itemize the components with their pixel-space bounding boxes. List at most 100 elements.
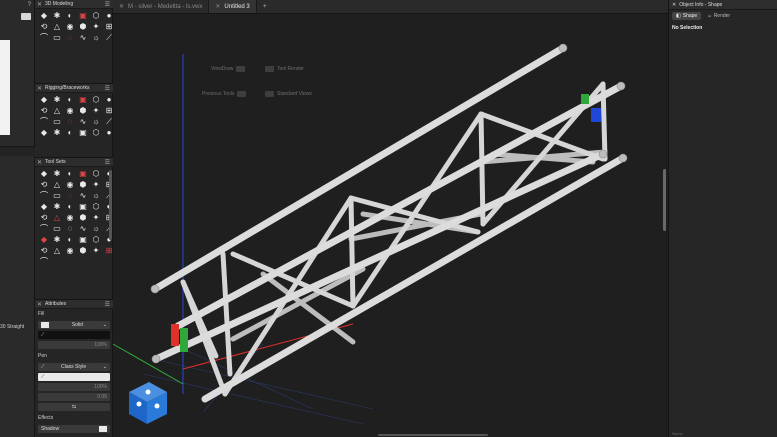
fillet-icon[interactable]: ☼ (91, 34, 101, 42)
tree-icon[interactable]: ✱ (52, 236, 62, 244)
space-icon[interactable]: ⟲ (39, 247, 49, 255)
hemisphere-icon[interactable]: ⌒ (39, 34, 49, 42)
stair-icon[interactable]: ◉ (65, 214, 75, 222)
view-draw-button[interactable]: ViewDraw (211, 66, 246, 72)
shell-icon[interactable]: ◐ (65, 12, 75, 20)
join-icon[interactable]: ▣ (78, 203, 88, 211)
roof-icon[interactable]: ✦ (91, 214, 101, 222)
view-cube[interactable] (129, 382, 167, 424)
point-icon[interactable]: ⟲ (39, 107, 49, 115)
gobo-icon[interactable]: ☼ (91, 225, 101, 233)
door-icon[interactable]: ⟲ (39, 214, 49, 222)
help-icon[interactable]: ? (28, 2, 31, 8)
round-rect-icon[interactable]: ⬡ (91, 170, 101, 178)
arc-icon[interactable]: ◐ (65, 170, 75, 178)
horizontal-scrollbar[interactable] (378, 434, 488, 436)
split-icon[interactable]: ✱ (52, 203, 62, 211)
focus-icon[interactable]: ◌ (65, 225, 75, 233)
tab-render[interactable]: ☕ Render (703, 12, 734, 20)
pipe-icon[interactable]: ◉ (65, 107, 75, 115)
shadow-toggle[interactable]: Shadow (38, 425, 110, 433)
ground-icon[interactable]: ◐ (65, 236, 75, 244)
wave-icon[interactable]: ✦ (91, 181, 101, 189)
close-icon[interactable]: ✕ (37, 301, 42, 308)
line-type-select[interactable]: ⇆ (38, 403, 110, 411)
palette-scrollbar[interactable] (109, 170, 112, 240)
stage-icon[interactable]: ◉ (65, 247, 75, 255)
menu-icon[interactable]: ☰ (105, 301, 113, 308)
light-icon[interactable]: ⌒ (39, 225, 49, 233)
pen-opacity-field[interactable]: 100% (38, 383, 110, 391)
chain-icon[interactable]: ▣ (78, 129, 88, 137)
hard-icon[interactable]: ⬡ (91, 236, 101, 244)
new-tab-button[interactable]: + (257, 0, 273, 13)
loft-icon[interactable]: ▣ (78, 12, 88, 20)
polygon-icon[interactable]: ▭ (52, 192, 62, 200)
red-handle[interactable] (171, 324, 179, 346)
speaker-icon[interactable]: ⬢ (78, 247, 88, 255)
stack-icon[interactable]: ⌒ (39, 258, 49, 266)
tab-document-1[interactable]: ✕ M - silver - Medeltta - ls.vwx (113, 0, 210, 13)
mark-icon[interactable]: ◆ (39, 129, 49, 137)
text-icon[interactable]: △ (52, 181, 62, 189)
align-icon[interactable]: ▭ (52, 118, 62, 126)
green-marker-end[interactable] (581, 94, 589, 104)
subdiv-icon[interactable]: ✦ (91, 23, 101, 31)
mesh-icon[interactable]: ∿ (78, 34, 88, 42)
cable-icon[interactable]: ◐ (65, 96, 75, 104)
chain-icon[interactable]: ⌒ (39, 192, 49, 200)
dims-icon[interactable]: ⟲ (39, 181, 49, 189)
pen-style-select[interactable]: ⟋ Class Style ⌄ (38, 363, 110, 371)
clamp-icon[interactable]: △ (52, 107, 62, 115)
previous-tools-button[interactable]: Previous Tools (202, 91, 247, 97)
grid-icon[interactable]: ◆ (39, 203, 49, 211)
truss-model[interactable] (150, 43, 628, 403)
trim-icon[interactable]: ◐ (65, 129, 75, 137)
green-handle[interactable] (180, 328, 188, 352)
seat-icon[interactable]: △ (52, 247, 62, 255)
fill-color-picker[interactable]: ⟋ (38, 331, 110, 339)
fill-opacity-field[interactable]: 100% (38, 341, 110, 349)
close-icon[interactable]: ✕ (37, 1, 42, 8)
drawing-canvas[interactable]: ViewDraw Tool Render Previous Tools Stan… (113, 14, 668, 437)
tab-shape[interactable]: ◧ Shape (672, 12, 702, 20)
cone-icon[interactable]: ◉ (65, 23, 75, 31)
close-icon[interactable]: ✕ (37, 85, 42, 92)
tool-icon[interactable]: ✱ (52, 129, 62, 137)
close-icon[interactable]: ✕ (215, 3, 220, 10)
solid-icon[interactable]: ⬡ (91, 12, 101, 20)
tab-untitled-3[interactable]: ✕ Untitled 3 (209, 0, 257, 13)
video-icon[interactable]: ✦ (91, 247, 101, 255)
close-icon[interactable]: ✕ (672, 2, 676, 8)
top-render-button[interactable]: Tool Render (265, 66, 304, 72)
pickup-icon[interactable]: ⬡ (91, 129, 101, 137)
hoist-icon[interactable]: ✱ (52, 96, 62, 104)
slab-icon[interactable]: ⬢ (78, 214, 88, 222)
close-icon[interactable]: ✕ (37, 159, 42, 166)
plant-icon[interactable]: ◆ (39, 236, 49, 244)
fill-style-select[interactable]: Solid ⌄ (38, 321, 110, 329)
curve-icon[interactable]: ⬢ (78, 181, 88, 189)
lamp-icon[interactable]: ▭ (52, 225, 62, 233)
load-icon[interactable]: ✦ (91, 107, 101, 115)
callout-icon[interactable]: ◉ (65, 181, 75, 189)
pen-color-picker[interactable]: ⟋ (38, 373, 110, 381)
line-icon[interactable]: ◆ (39, 170, 49, 178)
cross-icon[interactable]: ☼ (91, 118, 101, 126)
mirror-icon[interactable]: ∿ (78, 192, 88, 200)
label-icon[interactable]: ∿ (78, 225, 88, 233)
rect-icon[interactable]: ▣ (78, 170, 88, 178)
site-icon[interactable]: ▣ (78, 236, 88, 244)
offset-icon[interactable]: ☼ (91, 192, 101, 200)
twist-icon[interactable]: △ (52, 23, 62, 31)
sweep-icon[interactable]: ✱ (52, 12, 62, 20)
polyline-icon[interactable]: ✱ (52, 170, 62, 178)
menu-icon[interactable]: ☰ (105, 1, 113, 8)
standard-views-button[interactable]: Standard Views (265, 91, 312, 97)
system-icon[interactable]: ⬢ (78, 107, 88, 115)
edit-icon[interactable]: ∿ (78, 118, 88, 126)
cylinder-icon[interactable]: ⬢ (78, 23, 88, 31)
close-icon[interactable]: ✕ (119, 3, 124, 10)
shape-icon[interactable]: ◌ (65, 34, 75, 42)
move-icon[interactable]: ◌ (65, 192, 75, 200)
